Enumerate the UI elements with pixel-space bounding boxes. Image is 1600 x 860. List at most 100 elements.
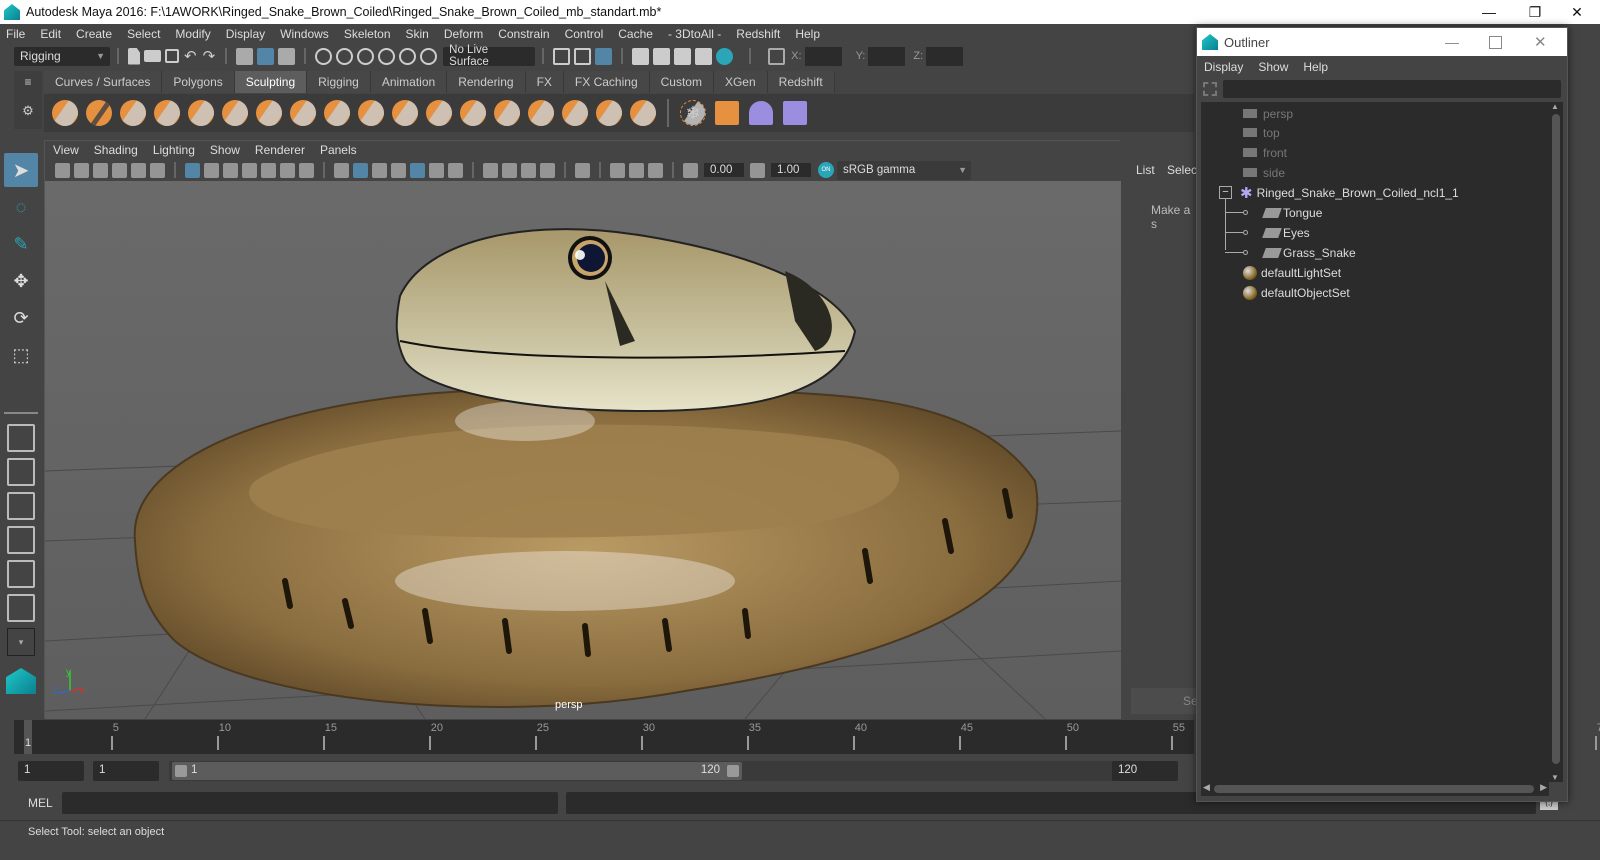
scroll-thumb[interactable] [1214, 785, 1534, 793]
redo-icon[interactable]: ↷ [203, 47, 216, 65]
select-component-icon[interactable] [278, 47, 296, 65]
tab-animation[interactable]: Animation [370, 71, 448, 93]
menu-file[interactable]: File [6, 27, 25, 41]
grease-pencil-icon[interactable] [150, 162, 165, 178]
freeze-tool-icon[interactable] [630, 100, 656, 126]
tree-node-default-light-set[interactable]: defaultLightSet [1243, 263, 1341, 282]
select-tool-button[interactable]: ➤ [4, 153, 38, 187]
outliner-menu-show[interactable]: Show [1258, 60, 1288, 74]
tree-node-eyes[interactable]: Eyes [1225, 223, 1310, 242]
new-scene-icon[interactable] [128, 47, 140, 65]
scroll-right-arrow[interactable]: ▶ [1540, 782, 1547, 793]
wireframe-icon[interactable] [334, 162, 349, 178]
menu-cache[interactable]: Cache [618, 27, 653, 41]
menu-windows[interactable]: Windows [280, 27, 329, 41]
tree-node-side[interactable]: side [1243, 163, 1285, 182]
wireframe-on-shaded-icon[interactable] [391, 162, 406, 178]
menu-skin[interactable]: Skin [406, 27, 429, 41]
tab-fx-caching[interactable]: FX Caching [563, 71, 650, 93]
snap-curve-icon[interactable] [336, 47, 354, 65]
fill-tool-icon[interactable] [460, 100, 486, 126]
live-surface-field[interactable]: No Live Surface [443, 44, 536, 68]
camera-attributes-icon[interactable] [74, 162, 89, 178]
viewport-menu-view[interactable]: View [53, 143, 79, 157]
menu-control[interactable]: Control [565, 27, 604, 41]
isolate-select-icon[interactable] [575, 162, 590, 178]
input-ops-icon[interactable] [553, 47, 571, 65]
snap-surface-icon[interactable] [399, 47, 417, 65]
outliner-menu-display[interactable]: Display [1204, 60, 1243, 74]
viewport-menu-panels[interactable]: Panels [320, 143, 357, 157]
snap-view-icon[interactable] [378, 47, 396, 65]
scroll-up-arrow[interactable]: ▲ [1551, 102, 1559, 111]
tab-rendering[interactable]: Rendering [447, 71, 526, 93]
lasso-tool-button[interactable]: ◌ [4, 190, 38, 224]
range-start-grip[interactable] [175, 765, 187, 777]
tab-polygons[interactable]: Polygons [162, 71, 235, 93]
foamy-tool-icon[interactable] [256, 100, 282, 126]
resolution-gate-icon[interactable] [223, 162, 238, 178]
tab-xgen[interactable]: XGen [713, 71, 768, 93]
tab-fx[interactable]: FX [525, 71, 564, 93]
layout-single-pane-button[interactable] [7, 424, 35, 452]
output-ops-icon[interactable] [574, 47, 592, 65]
freeze-all-icon[interactable]: ❄ [680, 100, 706, 126]
colorspace-dropdown[interactable]: sRGB gamma ▼ [837, 160, 971, 180]
menu-deform[interactable]: Deform [444, 27, 483, 41]
xray-active-icon[interactable] [629, 162, 644, 178]
menu-create[interactable]: Create [76, 27, 112, 41]
range-end-grip[interactable] [727, 765, 739, 777]
z-field[interactable] [926, 46, 964, 66]
menu-redshift[interactable]: Redshift [736, 27, 780, 41]
select-hierarchy-icon[interactable] [236, 47, 254, 65]
pinch-tool-icon[interactable] [188, 100, 214, 126]
layout-outliner-persp-button[interactable] [7, 492, 35, 520]
outliner-maximize-button[interactable] [1489, 35, 1502, 49]
render-frame-icon[interactable] [653, 47, 671, 65]
tree-node-front[interactable]: front [1243, 143, 1287, 162]
animation-start-field[interactable]: 1 [18, 761, 84, 781]
restore-button[interactable]: ❐ [1512, 0, 1558, 24]
panel-select-button[interactable]: Se [1131, 688, 1201, 714]
open-scene-icon[interactable] [144, 50, 161, 62]
move-tool-button[interactable]: ✥ [4, 264, 38, 298]
gate-mask-icon[interactable] [242, 162, 257, 178]
select-filter-icon[interactable] [1203, 82, 1217, 96]
close-button[interactable]: ✕ [1554, 0, 1600, 24]
2d-pan-zoom-icon[interactable] [131, 162, 146, 178]
safe-title-icon[interactable] [299, 162, 314, 178]
y-field[interactable] [868, 46, 906, 66]
tab-sculpting[interactable]: Sculpting [234, 71, 308, 93]
wax-tool-icon[interactable] [392, 100, 418, 126]
amplify-tool-icon[interactable] [596, 100, 622, 126]
soft-selection-icon[interactable] [749, 101, 773, 125]
spray-tool-icon[interactable] [290, 100, 316, 126]
outliner-vertical-scrollbar[interactable]: ▲ ▼ [1549, 102, 1563, 782]
sculpt-tool-icon[interactable] [52, 100, 78, 126]
menu-skeleton[interactable]: Skeleton [344, 27, 391, 41]
x-field[interactable] [804, 46, 842, 66]
outliner-search-input[interactable] [1223, 80, 1561, 98]
scroll-thumb[interactable] [1552, 114, 1560, 764]
scrape-tool-icon[interactable] [426, 100, 452, 126]
camera-icon[interactable] [55, 162, 70, 178]
outliner-minimize-button[interactable]: — [1445, 34, 1459, 50]
knife-tool-icon[interactable] [494, 100, 520, 126]
render-settings-icon[interactable] [695, 47, 713, 65]
mesh-display-icon[interactable] [715, 101, 739, 125]
menu-help[interactable]: Help [795, 27, 820, 41]
tab-rigging[interactable]: Rigging [307, 71, 371, 93]
ipr-render-icon[interactable] [674, 47, 692, 65]
bookmark-icon[interactable] [93, 162, 108, 178]
snap-vertex-icon[interactable] [420, 47, 438, 65]
default-lighting-icon[interactable] [372, 162, 387, 178]
smooth-tool-icon[interactable] [86, 100, 112, 126]
layout-more-button[interactable]: ▾ [7, 628, 35, 656]
flatten-tool-icon[interactable] [222, 100, 248, 126]
menu-select[interactable]: Select [127, 27, 160, 41]
outliner-close-button[interactable]: ✕ [1534, 33, 1547, 51]
relax-tool-icon[interactable] [120, 100, 146, 126]
tree-node-tongue[interactable]: Tongue [1225, 203, 1322, 222]
script-language-toggle[interactable]: MEL [28, 796, 53, 810]
snap-point-icon[interactable] [357, 47, 375, 65]
